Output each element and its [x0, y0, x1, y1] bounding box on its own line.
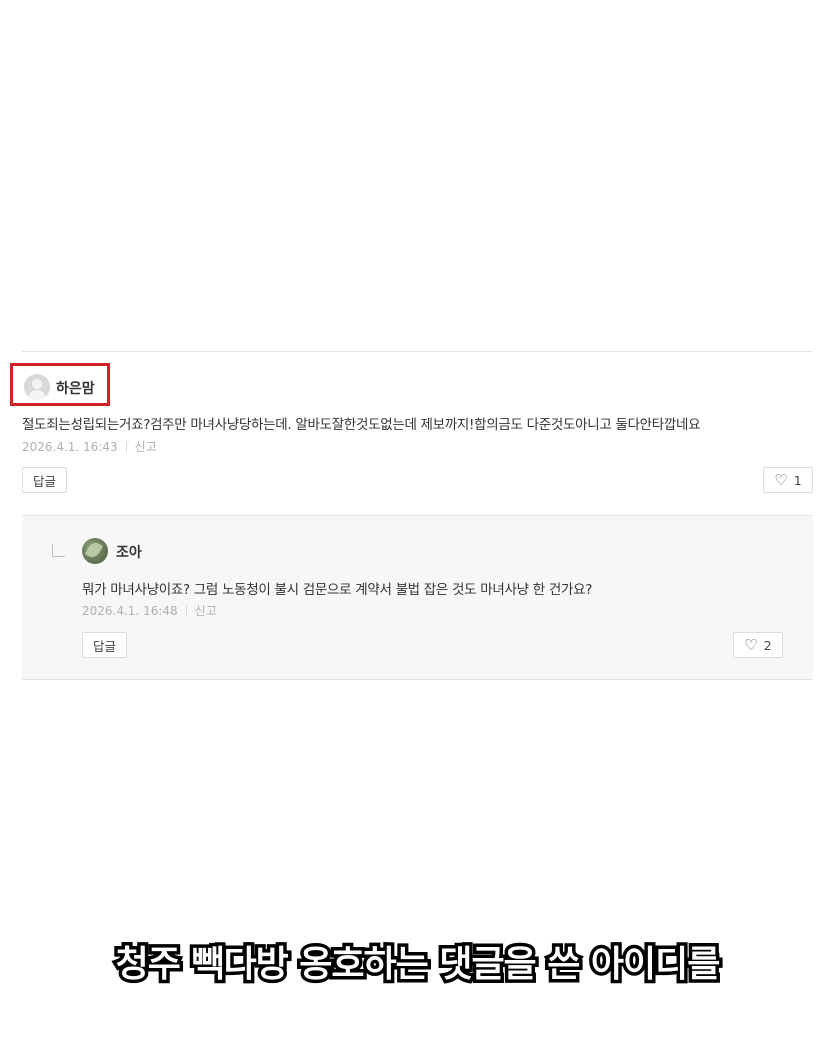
report-link[interactable]: 신고	[135, 440, 157, 454]
like-button[interactable]: ♡ 2	[733, 632, 783, 658]
comment-meta: 2026.4.1. 16:43 신고	[22, 438, 157, 455]
like-count: 2	[763, 637, 772, 653]
reply-meta: 2026.4.1. 16:48 신고	[82, 602, 217, 619]
meta-separator	[125, 441, 127, 452]
reply-indent-icon	[52, 544, 65, 557]
default-avatar-icon[interactable]	[24, 374, 50, 400]
video-caption: 청주 빽다방 옹호하는 댓글을 쓴 아이디를	[112, 941, 724, 989]
reply-text: 뭐가 마녀사냥이죠? 그럼 노동청이 불시 검문으로 계약서 불법 잡은 것도 …	[82, 582, 593, 598]
comment-item: 하은맘 절도죄는성립되는거죠?검주만 마녀사냥당하는데. 알바도잘한것도없는데 …	[10, 352, 813, 516]
reply-button[interactable]: 답글	[82, 632, 127, 658]
profile-avatar[interactable]	[82, 538, 108, 564]
comment-date: 2026.4.1. 16:43	[22, 440, 118, 454]
like-button[interactable]: ♡ 1	[763, 467, 813, 493]
reply-button[interactable]: 답글	[22, 467, 67, 493]
bottom-divider	[22, 679, 813, 680]
heart-icon: ♡	[744, 635, 758, 654]
like-count: 1	[793, 472, 802, 488]
meta-separator	[185, 605, 187, 616]
reply-item: 조아 뭐가 마녀사냥이죠? 그럼 노동청이 불시 검문으로 계약서 불법 잡은 …	[22, 516, 813, 679]
report-link[interactable]: 신고	[195, 604, 217, 618]
reply-date: 2026.4.1. 16:48	[82, 604, 178, 618]
reply-nickname[interactable]: 조아	[116, 542, 142, 562]
heart-icon: ♡	[774, 470, 788, 489]
comment-text: 절도죄는성립되는거죠?검주만 마녀사냥당하는데. 알바도잘한것도없는데 제보까지…	[22, 417, 701, 433]
comment-nickname[interactable]: 하은맘	[56, 378, 95, 398]
